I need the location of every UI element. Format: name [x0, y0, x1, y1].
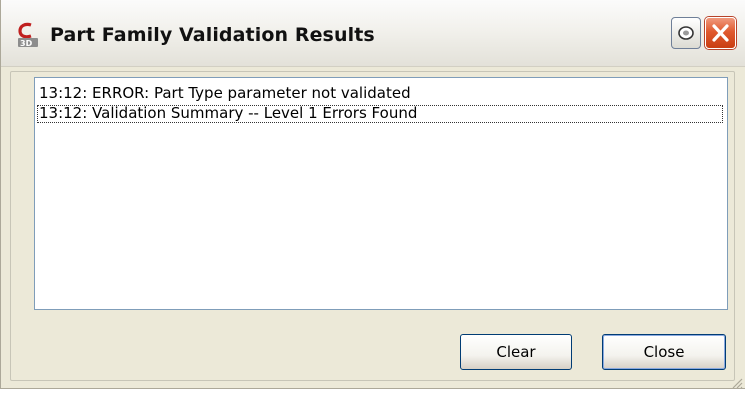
close-button[interactable]: Close	[602, 334, 726, 370]
close-window-button[interactable]	[705, 17, 736, 49]
list-item[interactable]: 13:12: Validation Summary -- Level 1 Err…	[37, 105, 723, 123]
civil-3d-icon: 3D	[17, 22, 39, 48]
resize-grip-icon[interactable]	[731, 374, 743, 389]
validation-results-dialog: 3D Part Family Validation Results 13:12:	[0, 0, 745, 389]
pin-button[interactable]	[671, 17, 701, 49]
results-list[interactable]: 13:12: ERROR: Part Type parameter not va…	[34, 77, 728, 310]
list-item[interactable]: 13:12: ERROR: Part Type parameter not va…	[37, 85, 723, 103]
title-bar[interactable]: 3D Part Family Validation Results	[1, 0, 745, 67]
svg-text:3D: 3D	[20, 39, 33, 48]
clear-button[interactable]: Clear	[460, 334, 572, 370]
window-title: Part Family Validation Results	[50, 24, 375, 46]
